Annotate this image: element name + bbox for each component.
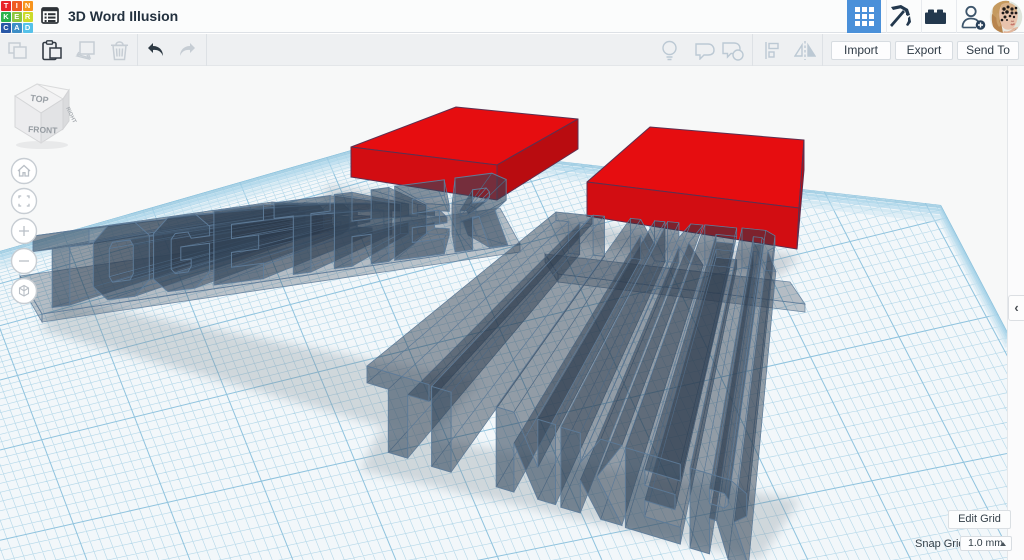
svg-text:FRONT: FRONT xyxy=(28,124,59,136)
